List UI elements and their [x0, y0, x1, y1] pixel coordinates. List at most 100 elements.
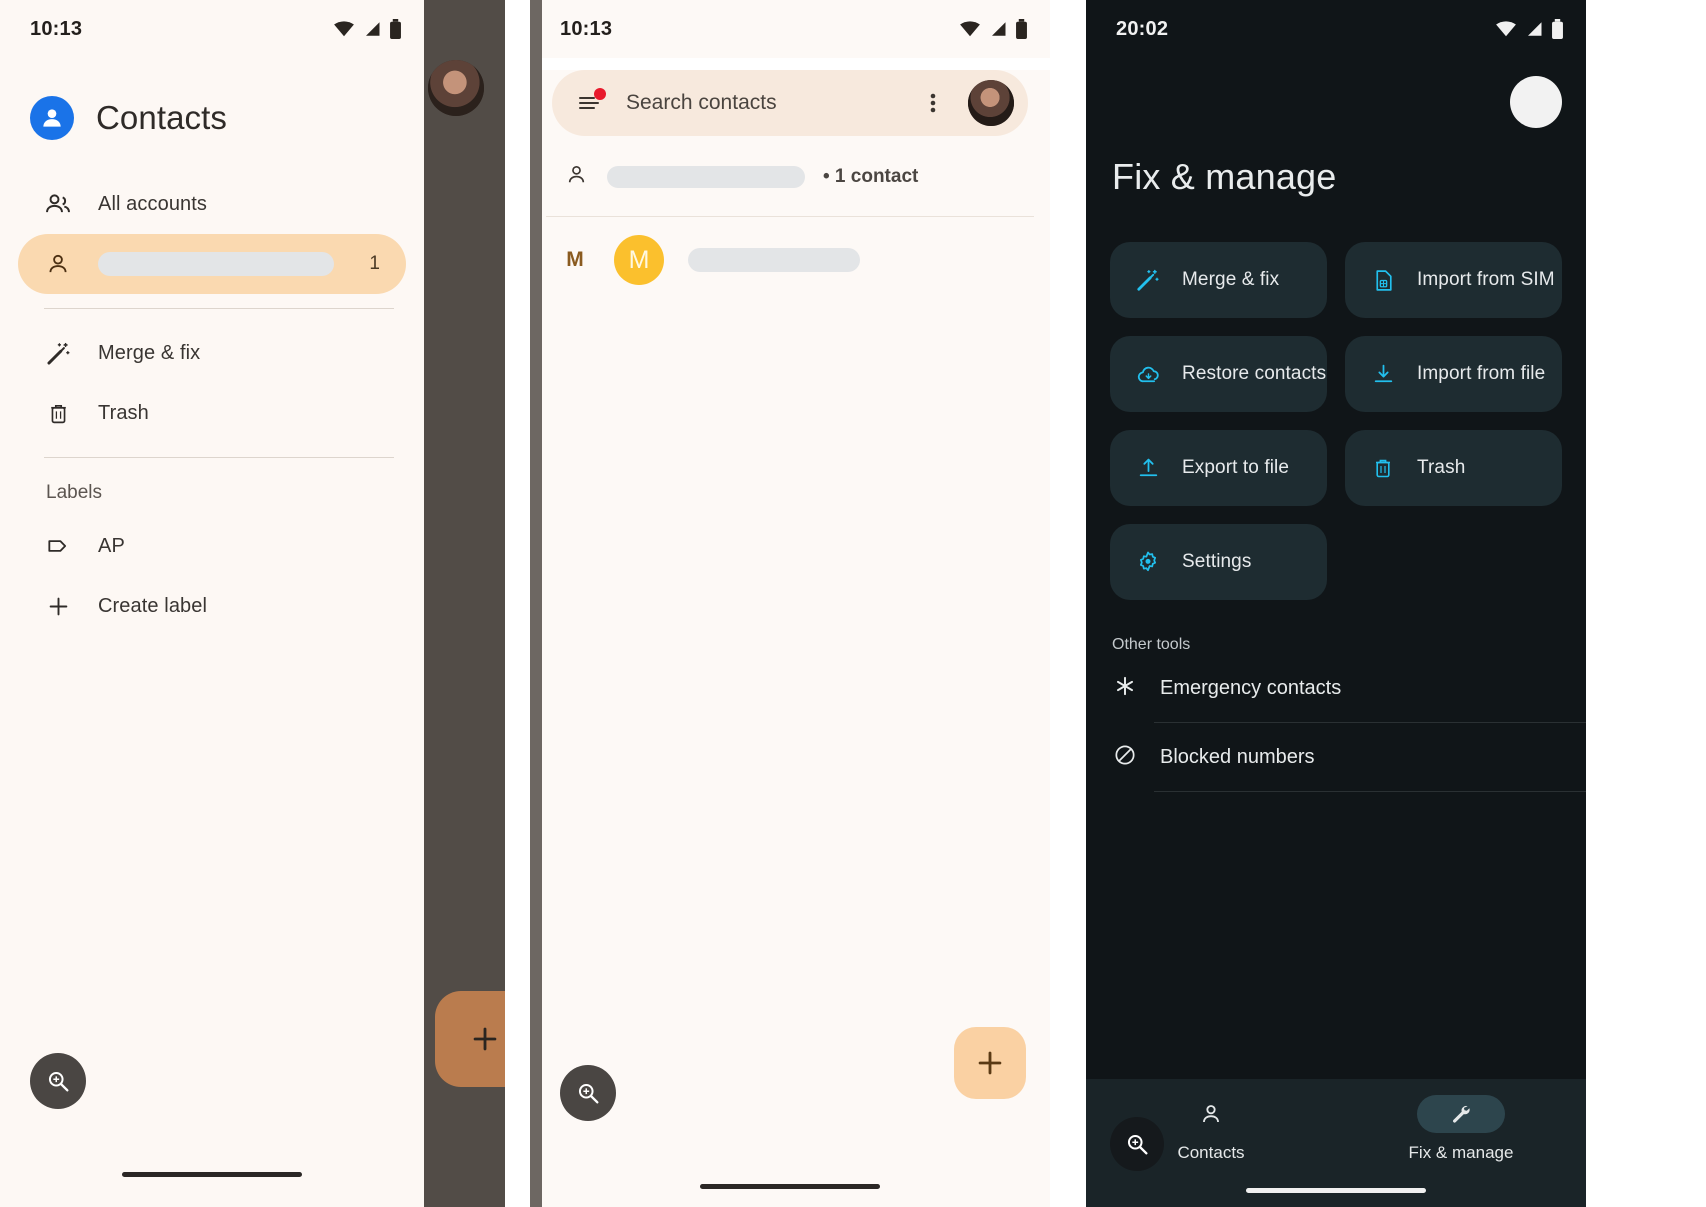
- account-contact-count: 1: [369, 253, 380, 274]
- tile-label: Settings: [1182, 551, 1252, 572]
- tool-label: Blocked numbers: [1160, 745, 1315, 768]
- sidebar-item-merge-and-fix[interactable]: Merge & fix: [18, 323, 406, 383]
- contacts-body: Search contacts • 1 contact M M: [530, 70, 1050, 1207]
- tile-label: Export to file: [1182, 457, 1290, 478]
- sidebar-item-create-label[interactable]: Create label: [18, 576, 406, 636]
- sidebar-item-label: Trash: [98, 401, 149, 424]
- screenshot-stage: 10:13 Contacts All accounts 1 Merge & fi…: [0, 0, 1706, 1207]
- left-scrim-edge: [530, 0, 542, 1207]
- zoom-in-icon: [578, 1083, 599, 1104]
- magic-wand-icon: [1134, 267, 1162, 293]
- account-name-redacted: [98, 252, 334, 276]
- sidebar-item-label: Merge & fix: [98, 341, 201, 364]
- signal-icon: [992, 22, 1006, 36]
- tile-import-from-sim[interactable]: Import from SIM: [1345, 242, 1562, 318]
- tools-grid: Merge & fix Import from SIM Restore cont…: [1086, 198, 1586, 600]
- upload-icon: [1134, 456, 1162, 481]
- wrench-icon: [1417, 1095, 1505, 1133]
- tile-trash[interactable]: Trash: [1345, 430, 1562, 506]
- profile-avatar-behind-scrim[interactable]: [428, 60, 484, 116]
- page-title: Fix & manage: [1112, 156, 1337, 197]
- phone-panel-navigation-drawer: 10:13 Contacts All accounts 1 Merge & fi…: [0, 0, 505, 1207]
- gesture-nav-bar: [1246, 1188, 1426, 1193]
- profile-avatar[interactable]: [1510, 76, 1562, 128]
- add-contact-fab[interactable]: [954, 1027, 1026, 1099]
- avatar-photo: [968, 80, 1014, 126]
- status-icons: [1495, 19, 1564, 39]
- sidebar-item-account-selected[interactable]: 1: [18, 234, 406, 294]
- sidebar-item-label: Create label: [98, 594, 208, 617]
- phone-panel-contacts-list: 10:13 Search contacts • 1 contact M M: [530, 0, 1050, 1207]
- search-bar[interactable]: Search contacts: [552, 70, 1028, 136]
- tile-restore-contacts[interactable]: Restore contacts: [1110, 336, 1327, 412]
- zoom-in-fab[interactable]: [1110, 1117, 1164, 1171]
- tile-merge-and-fix[interactable]: Merge & fix: [1110, 242, 1327, 318]
- battery-icon: [390, 19, 401, 39]
- cloud-restore-icon: [1134, 361, 1162, 388]
- drawer-scrim[interactable]: [424, 0, 505, 1207]
- gesture-nav-bar: [700, 1184, 880, 1189]
- tool-row-blocked-numbers[interactable]: Blocked numbers: [1086, 723, 1586, 791]
- drawer-header: Contacts: [0, 58, 424, 150]
- notification-badge-dot: [594, 88, 606, 100]
- add-contact-fab-behind-scrim[interactable]: [435, 991, 505, 1087]
- battery-icon: [1016, 19, 1027, 39]
- person-icon: [44, 251, 72, 277]
- gesture-nav-bar: [122, 1172, 302, 1177]
- trash-icon: [44, 401, 72, 426]
- status-icons: [333, 19, 402, 39]
- divider: [1154, 791, 1586, 792]
- labels-heading: Labels: [46, 482, 102, 503]
- divider: [44, 308, 394, 309]
- tool-row-emergency-contacts[interactable]: Emergency contacts: [1086, 654, 1586, 722]
- status-clock: 10:13: [30, 17, 83, 40]
- contact-count: • 1 contact: [823, 166, 919, 187]
- contact-name-redacted: [688, 248, 860, 272]
- search-input[interactable]: Search contacts: [626, 91, 898, 115]
- battery-icon: [1552, 19, 1563, 39]
- navigation-drawer-sheet: 10:13 Contacts All accounts 1 Merge & fi…: [0, 0, 424, 1207]
- tile-settings[interactable]: Settings: [1110, 524, 1327, 600]
- nav-tab-label: Contacts: [1177, 1143, 1245, 1162]
- avatar: M: [614, 235, 664, 285]
- status-bar: 10:13: [530, 0, 1050, 58]
- sidebar-item-label: AP: [98, 534, 125, 557]
- sidebar-item-label-ap[interactable]: AP: [18, 516, 406, 576]
- sidebar-item-all-accounts[interactable]: All accounts: [18, 174, 406, 234]
- list-item[interactable]: M M: [530, 217, 1050, 303]
- phone-panel-fix-and-manage: 20:02 Fix & manage Merge & fix Import fr…: [1086, 0, 1586, 1207]
- signal-icon: [1528, 22, 1542, 36]
- contacts-app-icon: [30, 96, 74, 140]
- status-clock: 20:02: [1116, 17, 1169, 40]
- nav-tab-fix-and-manage[interactable]: Fix & manage: [1336, 1095, 1586, 1163]
- download-icon: [1369, 362, 1397, 387]
- sidebar-item-trash[interactable]: Trash: [18, 383, 406, 443]
- person-icon: [43, 109, 61, 127]
- avatar[interactable]: [968, 80, 1014, 126]
- account-name-redacted: [607, 166, 805, 188]
- nav-tab-label: Fix & manage: [1408, 1143, 1514, 1162]
- block-icon: [1112, 742, 1138, 773]
- plus-icon: [473, 1027, 497, 1051]
- sidebar-item-label: All accounts: [98, 192, 208, 215]
- plus-icon: [44, 593, 72, 620]
- hamburger-badge-icon[interactable]: [578, 88, 606, 113]
- tile-label: Trash: [1417, 457, 1466, 478]
- label-tag-icon: [44, 533, 72, 559]
- wifi-icon: [334, 21, 354, 37]
- tile-import-from-file[interactable]: Import from file: [1345, 336, 1562, 412]
- status-icons: [959, 19, 1028, 39]
- tile-label: Merge & fix: [1182, 269, 1280, 290]
- signal-icon: [366, 22, 380, 36]
- trash-icon: [1369, 456, 1397, 480]
- more-vert-icon[interactable]: [920, 91, 946, 115]
- section-initial: M: [566, 248, 584, 271]
- person-icon: [1167, 1095, 1255, 1133]
- tile-label: Restore contacts: [1182, 363, 1327, 384]
- zoom-in-fab[interactable]: [30, 1053, 86, 1109]
- tile-export-to-file[interactable]: Export to file: [1110, 430, 1327, 506]
- account-summary-row[interactable]: • 1 contact: [530, 136, 1050, 216]
- divider: [44, 457, 394, 458]
- zoom-in-fab[interactable]: [560, 1065, 616, 1121]
